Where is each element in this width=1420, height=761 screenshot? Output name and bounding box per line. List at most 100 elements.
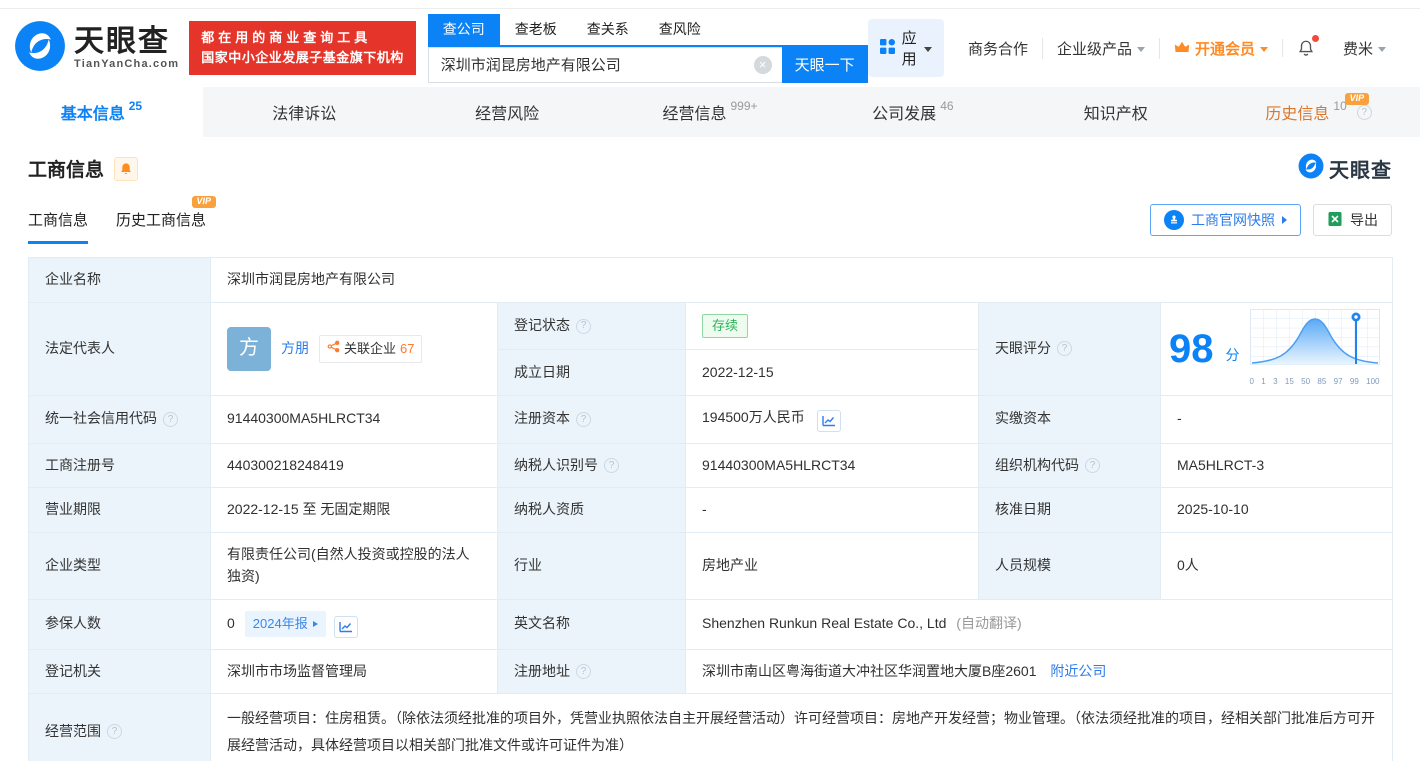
field-label-reg-status: 登记状态? xyxy=(498,302,686,350)
table-row: 参保人数 02024年报 英文名称 Shenzhen Runkun Real E… xyxy=(29,599,1393,649)
field-value-legal-rep: 方 方朋 关联企业 67 xyxy=(211,302,498,395)
tab-operation-info[interactable]: 经营信息 999+ xyxy=(609,87,812,137)
field-value-reg-status: 存续 xyxy=(686,302,979,350)
field-label-company-type: 企业类型 xyxy=(29,533,211,599)
subtab-history-business-info[interactable]: 历史工商信息 VIP xyxy=(116,209,206,244)
apps-grid-icon xyxy=(880,39,895,58)
score-value: 98 xyxy=(1169,329,1214,369)
field-value-company-name: 深圳市润昆房地产有限公司 xyxy=(211,258,1393,303)
subtab-business-info[interactable]: 工商信息 xyxy=(28,209,88,244)
user-menu[interactable]: 费米 xyxy=(1329,38,1400,59)
avatar[interactable]: 方 xyxy=(227,327,271,371)
field-label-score: 天眼评分? xyxy=(979,302,1161,395)
brand-name: 天眼查 xyxy=(74,26,179,58)
nav-item-vip[interactable]: 开通会员 xyxy=(1159,38,1282,59)
field-value-scope: 一般经营项目：住房租赁。（除依法须经批准的项目外，凭营业执照依法自主开展经营活动… xyxy=(211,694,1393,761)
tab-legal-litigation[interactable]: 法律诉讼 xyxy=(203,87,406,137)
table-row: 工商注册号 440300218248419 纳税人识别号? 91440300MA… xyxy=(29,443,1393,488)
company-tabs: 基本信息 25 法律诉讼 经营风险 经营信息 999+ 公司发展 46 知识产权… xyxy=(0,87,1420,137)
score-distribution-chart: 01 315 5085 9799 100 xyxy=(1250,309,1380,389)
legal-rep-link[interactable]: 方朋 xyxy=(281,338,309,360)
help-icon[interactable]: ? xyxy=(163,412,178,427)
search-tab-relation[interactable]: 查关系 xyxy=(572,14,644,45)
help-icon[interactable]: ? xyxy=(1357,105,1372,120)
chevron-down-icon xyxy=(1260,47,1268,52)
chevron-right-icon xyxy=(1282,216,1287,224)
field-label-staff: 人员规模 xyxy=(979,533,1161,599)
chevron-down-icon xyxy=(1378,47,1386,52)
field-label-establish-date: 成立日期 xyxy=(498,350,686,395)
field-value-term: 2022-12-15 至 无固定期限 xyxy=(211,488,498,533)
nav-item-cooperation[interactable]: 商务合作 xyxy=(954,38,1042,59)
tab-intellectual-property[interactable]: 知识产权 xyxy=(1014,87,1217,137)
tab-history-info[interactable]: 历史信息 10 ? VIP xyxy=(1217,87,1420,137)
search-button[interactable]: 天眼一下 xyxy=(782,47,868,83)
help-icon[interactable]: ? xyxy=(1085,458,1100,473)
related-companies-badge[interactable]: 关联企业 67 xyxy=(319,335,422,363)
help-icon[interactable]: ? xyxy=(107,724,122,739)
clear-search-icon[interactable]: × xyxy=(754,56,772,74)
field-value-credit-code: 91440300MA5HLRCT34 xyxy=(211,395,498,443)
search-tabs: 查公司 查老板 查关系 查风险 xyxy=(428,14,868,47)
auto-translate-note: (自动翻译) xyxy=(956,615,1021,631)
export-button[interactable]: 导出 xyxy=(1313,204,1392,236)
field-value-address: 深圳市南山区粤海街道大冲社区华润置地大厦B座2601 附近公司 xyxy=(686,649,1393,694)
field-value-company-type: 有限责任公司(自然人投资或控股的法人独资) xyxy=(211,533,498,599)
network-icon xyxy=(327,339,340,359)
brand-logo[interactable]: 天眼查 TianYanCha.com xyxy=(14,20,179,77)
help-icon[interactable]: ? xyxy=(576,412,591,427)
help-icon[interactable]: ? xyxy=(1057,341,1072,356)
tab-basic-info[interactable]: 基本信息 25 xyxy=(0,87,203,137)
help-icon[interactable]: ? xyxy=(604,458,619,473)
field-value-taxpayer-no: 91440300MA5HLRCT34 xyxy=(686,443,979,488)
tianyancha-swirl-icon xyxy=(1298,153,1324,184)
help-icon[interactable]: ? xyxy=(576,319,591,334)
nearby-companies-link[interactable]: 附近公司 xyxy=(1050,663,1106,679)
annual-report-badge[interactable]: 2024年报 xyxy=(245,611,326,637)
search-tab-risk[interactable]: 查风险 xyxy=(644,14,716,45)
chevron-down-icon xyxy=(1137,47,1145,52)
status-badge: 存续 xyxy=(702,314,748,338)
table-row: 统一社会信用代码? 91440300MA5HLRCT34 注册资本? 19450… xyxy=(29,395,1393,443)
search-input[interactable] xyxy=(428,47,782,83)
table-row: 企业名称 深圳市润昆房地产有限公司 xyxy=(29,258,1393,303)
chevron-right-icon xyxy=(313,621,318,627)
field-label-en-name: 英文名称 xyxy=(498,599,686,649)
vip-badge: VIP xyxy=(1345,93,1370,105)
search-tab-company[interactable]: 查公司 xyxy=(428,14,500,45)
help-icon[interactable]: ? xyxy=(576,664,591,679)
tianyancha-swirl-icon xyxy=(14,20,66,77)
field-value-reg-no: 440300218248419 xyxy=(211,443,498,488)
field-value-paid-capital: - xyxy=(1161,395,1393,443)
watermark-logo: 天眼查 xyxy=(1298,153,1392,184)
field-label-authority: 登记机关 xyxy=(29,649,211,694)
table-row: 营业期限 2022-12-15 至 无固定期限 纳税人资质 - 核准日期 202… xyxy=(29,488,1393,533)
field-label-address: 注册地址? xyxy=(498,649,686,694)
page-top-divider xyxy=(0,0,1420,9)
apps-menu-button[interactable]: 应用 xyxy=(868,19,944,77)
capital-trend-icon[interactable] xyxy=(817,410,841,432)
notifications-bell-icon[interactable] xyxy=(1282,39,1329,57)
field-label-reg-capital: 注册资本? xyxy=(498,395,686,443)
insured-trend-icon[interactable] xyxy=(334,616,358,638)
field-value-authority: 深圳市市场监督管理局 xyxy=(211,649,498,694)
table-row: 企业类型 有限责任公司(自然人投资或控股的法人独资) 行业 房地产业 人员规模 … xyxy=(29,533,1393,599)
field-label-term: 营业期限 xyxy=(29,488,211,533)
business-info-table: 企业名称 深圳市润昆房地产有限公司 法定代表人 方 方朋 关联企业 67 xyxy=(28,257,1393,761)
brand-domain: TianYanCha.com xyxy=(74,58,179,70)
field-value-industry: 房地产业 xyxy=(686,533,979,599)
field-value-insured: 02024年报 xyxy=(211,599,498,649)
vip-badge: VIP xyxy=(192,196,217,208)
subscribe-bell-icon[interactable] xyxy=(114,157,138,181)
table-row: 登记机关 深圳市市场监督管理局 注册地址? 深圳市南山区粤海街道大冲社区华润置地… xyxy=(29,649,1393,694)
field-label-legal-rep: 法定代表人 xyxy=(29,302,211,395)
field-label-taxpayer-no: 纳税人识别号? xyxy=(498,443,686,488)
tab-operation-risk[interactable]: 经营风险 xyxy=(406,87,609,137)
search-tab-boss[interactable]: 查老板 xyxy=(500,14,572,45)
stamp-icon xyxy=(1164,210,1184,230)
tab-company-development[interactable]: 公司发展 46 xyxy=(811,87,1014,137)
official-snapshot-button[interactable]: 工商官网快照 xyxy=(1150,204,1301,236)
nav-item-enterprise[interactable]: 企业级产品 xyxy=(1042,38,1159,59)
field-value-approve-date: 2025-10-10 xyxy=(1161,488,1393,533)
table-row: 法定代表人 方 方朋 关联企业 67 登记状态? xyxy=(29,302,1393,350)
